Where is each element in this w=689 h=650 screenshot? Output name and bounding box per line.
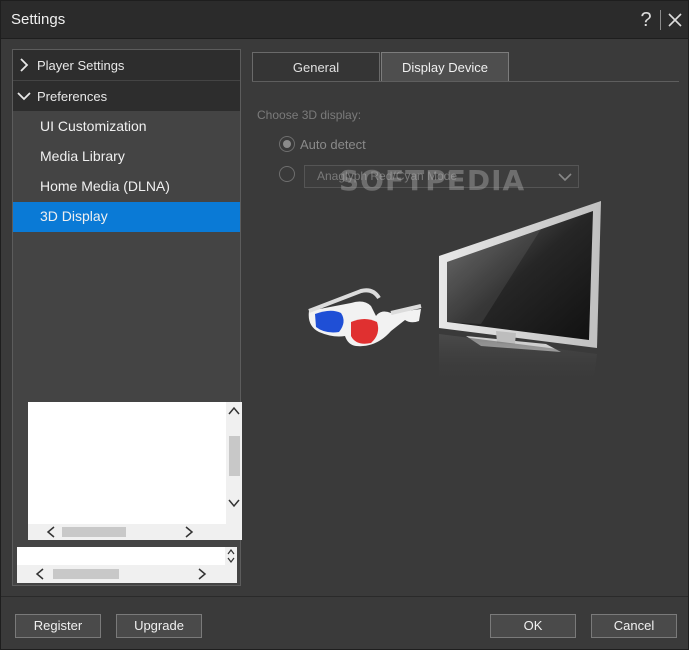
- close-icon[interactable]: [663, 7, 687, 33]
- horizontal-scrollbar-bottom[interactable]: [17, 565, 237, 583]
- manual-mode-radio[interactable]: [279, 166, 295, 182]
- choose-display-label: Choose 3D display:: [257, 108, 362, 122]
- vertical-scrollbar[interactable]: [226, 402, 242, 540]
- auto-detect-label: Auto detect: [300, 137, 366, 152]
- scroll-left-icon[interactable]: [46, 526, 56, 540]
- horizontal-scrollbar[interactable]: [28, 524, 226, 540]
- small-input-box[interactable]: [17, 547, 237, 565]
- settings-window: Settings ? Player Settings Preferences U…: [0, 0, 689, 650]
- sidebar-item-label: UI Customization: [40, 118, 147, 134]
- sidebar-item-home-media[interactable]: Home Media (DLNA): [13, 172, 240, 202]
- tab-general[interactable]: General: [252, 52, 380, 82]
- sidebar-item-label: Home Media (DLNA): [40, 178, 170, 194]
- auto-detect-radio[interactable]: [279, 136, 295, 152]
- scrollbar-thumb[interactable]: [229, 436, 240, 476]
- preview-pane: [28, 402, 242, 540]
- tab-display-device[interactable]: Display Device: [381, 52, 509, 82]
- spin-control[interactable]: [225, 547, 237, 565]
- sidebar-item-media-library[interactable]: Media Library: [13, 142, 240, 172]
- sidebar-item-label: Media Library: [40, 148, 125, 164]
- footer-divider: [1, 596, 688, 597]
- title-bar: Settings ?: [1, 1, 688, 39]
- register-button[interactable]: Register: [15, 614, 101, 638]
- nav-group-preferences[interactable]: Preferences: [13, 81, 240, 111]
- sidebar-item-3d-display[interactable]: 3D Display: [13, 202, 240, 232]
- scroll-right-icon[interactable]: [197, 568, 207, 582]
- help-icon[interactable]: ?: [634, 7, 658, 33]
- window-title: Settings: [11, 11, 66, 28]
- sidebar-item-label: 3D Display: [40, 208, 108, 224]
- glasses-icon: [308, 288, 422, 347]
- ok-button[interactable]: OK: [490, 614, 576, 638]
- scrollbar-thumb[interactable]: [53, 569, 119, 579]
- cancel-button[interactable]: Cancel: [591, 614, 677, 638]
- chevron-right-icon: [17, 58, 31, 72]
- chevron-down-icon: [17, 89, 31, 103]
- titlebar-separator: [660, 10, 661, 30]
- scroll-left-icon[interactable]: [35, 568, 45, 582]
- nav-group-label: Player Settings: [37, 58, 125, 73]
- 3d-display-illustration: [308, 201, 601, 386]
- sidebar-item-ui-customization[interactable]: UI Customization: [13, 112, 240, 142]
- dropdown-arrow-icon: [558, 170, 572, 182]
- scroll-down-icon[interactable]: [228, 498, 240, 510]
- tab-divider: [252, 81, 679, 82]
- scrollbar-thumb[interactable]: [62, 527, 126, 537]
- monitor-icon: [439, 201, 601, 386]
- settings-nav-panel: Player Settings Preferences UI Customiza…: [12, 49, 242, 586]
- nav-group-label: Preferences: [37, 89, 108, 104]
- scroll-up-icon[interactable]: [228, 406, 240, 418]
- upgrade-button[interactable]: Upgrade: [116, 614, 202, 638]
- softpedia-watermark: SOFTPEDIA: [339, 164, 526, 197]
- scroll-right-icon[interactable]: [184, 526, 194, 540]
- nav-group-player-settings[interactable]: Player Settings: [13, 50, 240, 80]
